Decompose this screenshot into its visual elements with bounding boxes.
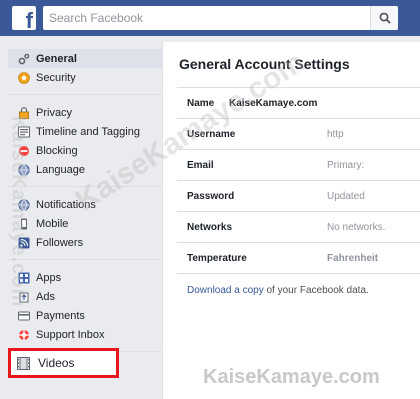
settings-row-email[interactable]: Email Primary:: [177, 150, 420, 181]
sidebar-item-videos[interactable]: Videos: [8, 348, 119, 378]
top-bar: f: [0, 0, 420, 36]
settings-row-label: Networks: [187, 221, 233, 233]
sidebar-item-apps[interactable]: Apps: [8, 268, 162, 287]
sidebar-group: Privacy Timeline and Tagging Blocking Langu…: [8, 95, 162, 187]
download-copy-link[interactable]: Download a copy: [187, 285, 264, 296]
settings-row-username[interactable]: Username http: [177, 119, 420, 150]
settings-row-temperature[interactable]: Temperature Fahrenheit: [177, 243, 420, 274]
sidebar-item-payments[interactable]: Payments: [8, 306, 162, 325]
download-data-text: Download a copy of your Facebook data.: [187, 285, 369, 296]
watermark-bottom: KaiseKamaye.com: [203, 366, 380, 388]
lock-icon: [18, 106, 30, 119]
settings-row-value: KaiseKamaye.com: [229, 97, 318, 109]
sidebar-item-label: Ads: [36, 290, 55, 303]
block-icon: [18, 145, 30, 157]
settings-row-value: No networks.: [327, 221, 386, 233]
sidebar-item-label: Support Inbox: [36, 328, 105, 341]
settings-row-label: Email: [187, 159, 214, 171]
settings-row-name[interactable]: Name KaiseKamaye.com: [177, 88, 420, 119]
sidebar-item-mobile[interactable]: Mobile: [8, 214, 162, 233]
lifebuoy-icon: [18, 329, 30, 341]
settings-row-value: Primary:: [327, 159, 365, 171]
mobile-icon: [18, 218, 30, 230]
search-icon: [379, 12, 391, 24]
settings-row-value: Fahrenheit: [327, 252, 379, 264]
sidebar-item-label: Apps: [36, 271, 62, 284]
sidebar-item-label: Language: [36, 163, 85, 176]
sidebar-item-label: Blocking: [36, 144, 78, 157]
ads-icon: [18, 291, 30, 303]
facebook-logo[interactable]: f: [12, 6, 36, 32]
sidebar-item-label: Privacy: [36, 106, 73, 119]
settings-row-password[interactable]: Password Updated: [177, 181, 420, 212]
sidebar-item-label: Timeline and Tagging: [36, 125, 140, 138]
gear-icon: [18, 53, 30, 65]
settings-row-label: Temperature: [187, 252, 247, 264]
sidebar-item-notifications[interactable]: Notifications: [8, 195, 162, 214]
sidebar-item-label: Mobile: [36, 217, 69, 230]
settings-row-value: http: [327, 128, 344, 140]
timeline-icon: [18, 126, 30, 138]
sidebar-item-label: Followers: [36, 236, 84, 249]
settings-row-label: Name: [187, 97, 215, 109]
sidebar-item-blocking[interactable]: Blocking: [8, 141, 162, 160]
sidebar-item-label: Security: [36, 71, 76, 84]
sidebar-item-label: General: [36, 52, 77, 65]
sidebar-item-language[interactable]: Language: [8, 160, 162, 179]
page-title: General Account Settings: [179, 56, 350, 72]
sidebar-item-timeline-and-tagging[interactable]: Timeline and Tagging: [8, 122, 162, 141]
sidebar-item-privacy[interactable]: Privacy: [8, 103, 162, 122]
download-suffix: of your Facebook data.: [263, 285, 369, 296]
globe-icon: [18, 163, 30, 176]
search-input[interactable]: [43, 6, 343, 30]
settings-row-label: Username: [187, 128, 236, 140]
search-box[interactable]: [43, 6, 398, 30]
sidebar-item-label: Payments: [36, 309, 85, 322]
settings-table: Name KaiseKamaye.com Username http Email Prim…: [177, 87, 420, 274]
settings-row-label: Password: [187, 190, 235, 202]
sidebar-item-general[interactable]: General: [8, 49, 162, 68]
sidebar-item-label: Videos: [38, 356, 75, 370]
sidebar-group: Notifications Mobile Followers: [8, 187, 162, 260]
sidebar-item-followers[interactable]: Followers: [8, 233, 162, 252]
sidebar-item-security[interactable]: Security: [8, 68, 162, 87]
sidebar-group: General Security: [8, 36, 162, 95]
apps-icon: [18, 272, 30, 284]
sidebar-item-support-inbox[interactable]: Support Inbox: [8, 325, 162, 344]
shield-icon: [18, 71, 30, 84]
settings-row-networks[interactable]: Networks No networks.: [177, 212, 420, 243]
sidebar-item-ads[interactable]: Ads: [8, 287, 162, 306]
sidebar-group: Apps Ads Payments Support Inbox: [8, 260, 162, 352]
settings-sidebar: General Security Privacy Timeline and Taggi…: [0, 36, 162, 399]
video-icon: [17, 356, 30, 370]
globe-icon: [18, 198, 30, 211]
search-button[interactable]: [370, 6, 398, 30]
settings-row-value: Updated: [327, 190, 365, 202]
sidebar-item-label: Notifications: [36, 198, 96, 211]
settings-panel: General Account Settings Name KaiseKamaye…: [162, 42, 420, 399]
rss-icon: [18, 237, 30, 249]
card-icon: [18, 310, 30, 322]
